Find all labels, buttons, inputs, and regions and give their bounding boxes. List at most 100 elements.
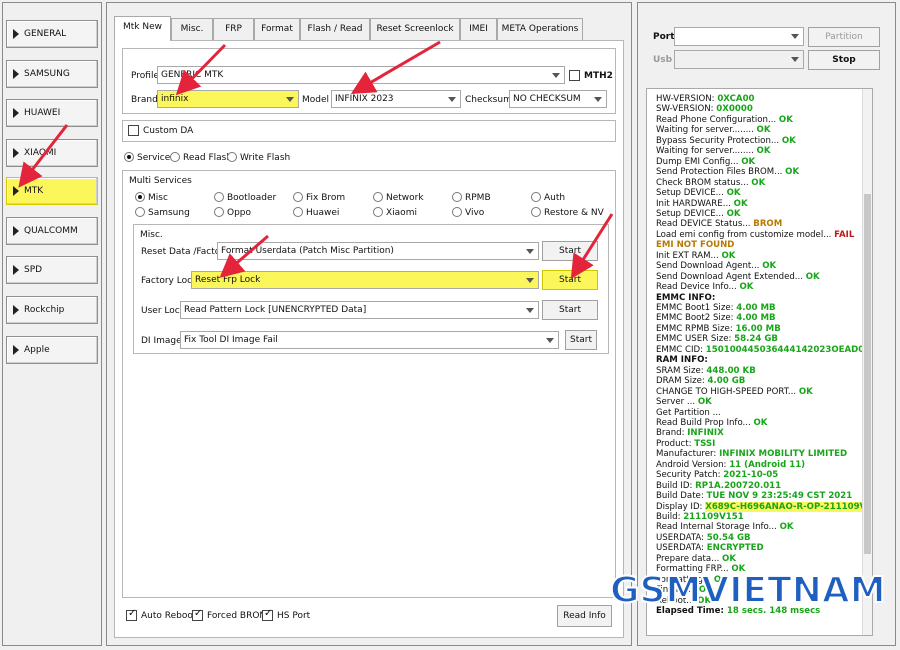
- brand-label: Brand: [131, 95, 158, 105]
- service-radio-misc[interactable]: [135, 192, 145, 202]
- service-radio-rpmb[interactable]: [452, 192, 462, 202]
- service-radio-huawei[interactable]: [293, 207, 303, 217]
- service-radio-vivo[interactable]: [452, 207, 462, 217]
- menu-item-rockchip[interactable]: Rockchip: [6, 296, 98, 324]
- service-radio-network[interactable]: [373, 192, 383, 202]
- checksum-select[interactable]: NO CHECKSUM: [509, 90, 607, 108]
- profile-select[interactable]: GENERIC MTK: [157, 66, 565, 84]
- usb-select[interactable]: [674, 50, 804, 69]
- menu-item-xiaomi[interactable]: XIAOMI: [6, 139, 98, 167]
- log-line: USERDATA: ENCRYPTED: [656, 543, 764, 553]
- log-segment: 211109V151: [683, 512, 744, 522]
- service-radio-auth[interactable]: [531, 192, 541, 202]
- log-line: Build: 211109V151: [656, 512, 744, 522]
- misc-row-select[interactable]: Format Userdata (Patch Misc Partition): [217, 242, 539, 260]
- log-segment: X689C-H696ANAO-R-OP-211109V266: [705, 501, 872, 512]
- tab-frp[interactable]: FRP: [213, 18, 254, 40]
- menu-item-label: Rockchip: [24, 305, 65, 315]
- menu-item-apple[interactable]: Apple: [6, 336, 98, 364]
- menu-item-samsung[interactable]: SAMSUNG: [6, 60, 98, 88]
- log-line: Manufacturer: INFINIX MOBILITY LIMITED: [656, 449, 847, 459]
- forced-brom-checkbox[interactable]: [192, 608, 203, 621]
- log-segment: OK: [741, 156, 756, 167]
- mth2-checkbox[interactable]: [569, 70, 580, 81]
- misc-row-start-button[interactable]: Start: [542, 270, 598, 290]
- menu-item-spd[interactable]: SPD: [6, 256, 98, 284]
- log-line: Waiting for server........ OK: [656, 146, 771, 156]
- log-segment: OK: [762, 261, 777, 272]
- log-output[interactable]: Elapsed Time: 18 secs. 148 msecs Reboot..…: [646, 88, 873, 636]
- log-segment: 50.54 GB: [706, 532, 751, 543]
- log-line: RAM INFO:: [656, 355, 708, 365]
- log-segment: Get Partition ...: [656, 407, 721, 418]
- tab-reset-screenlock[interactable]: Reset Screenlock: [370, 18, 460, 40]
- service-label: RPMB: [465, 193, 491, 203]
- play-triangle-icon: [13, 226, 19, 236]
- log-segment: SRAM Size:: [656, 365, 707, 376]
- log-line: Security Patch: 2021-10-05: [656, 470, 778, 480]
- misc-row-start-button[interactable]: Start: [565, 330, 597, 350]
- misc-row-start-button[interactable]: Start: [542, 300, 598, 320]
- log-segment: 4.00 MB: [736, 303, 776, 313]
- log-line: SW-VERSION: 0X0000: [656, 104, 753, 114]
- service-radio-fix-brom[interactable]: [293, 192, 303, 202]
- service-radio-oppo[interactable]: [214, 207, 224, 217]
- menu-item-label: GENERAL: [24, 29, 67, 39]
- model-select[interactable]: INFINIX 2023: [331, 90, 461, 108]
- auto-reboot-checkbox[interactable]: [126, 608, 137, 621]
- tab-mtk-new[interactable]: Mtk New: [114, 16, 171, 41]
- menu-item-qualcomm[interactable]: QUALCOMM: [6, 217, 98, 245]
- log-segment: Manufacturer:: [656, 449, 720, 460]
- misc-row-select[interactable]: Reset Frp Lock: [191, 271, 539, 289]
- log-segment: EMMC INFO:: [656, 292, 716, 303]
- service-label: Vivo: [465, 208, 485, 218]
- tab-meta-operations[interactable]: META Operations: [497, 18, 583, 40]
- chevron-down-icon: [594, 97, 602, 102]
- log-segment: Build Date:: [656, 491, 707, 502]
- menu-item-mtk[interactable]: MTK: [6, 177, 98, 205]
- log-segment: 11 (Android 11): [729, 459, 806, 470]
- brand-select[interactable]: infinix: [157, 90, 299, 108]
- log-segment: FAIL: [834, 229, 855, 240]
- tab-format[interactable]: Format: [254, 18, 300, 40]
- port-select[interactable]: [674, 27, 804, 46]
- misc-row-start-button[interactable]: Start: [542, 241, 598, 261]
- log-segment: OK: [756, 125, 771, 136]
- mode-radio-read-flash[interactable]: [170, 152, 180, 162]
- log-segment: EMMC CID:: [656, 344, 706, 355]
- log-scrollbar[interactable]: [862, 89, 872, 635]
- mode-radio-write-flash[interactable]: [227, 152, 237, 162]
- service-radio-xiaomi[interactable]: [373, 207, 383, 217]
- log-segment: OK: [697, 397, 712, 408]
- log-scrollbar-thumb[interactable]: [864, 194, 871, 554]
- log-line: EMMC INFO:: [656, 293, 715, 303]
- service-radio-bootloader[interactable]: [214, 192, 224, 202]
- misc-row-select[interactable]: Fix Tool DI Image Fail: [180, 331, 559, 349]
- log-segment: Dump EMI Config...: [656, 156, 742, 167]
- misc-row-label: Factory Lock: [141, 276, 198, 286]
- stop-button[interactable]: Stop: [808, 50, 880, 70]
- service-radio-restore-nv[interactable]: [531, 207, 541, 217]
- misc-row-select[interactable]: Read Pattern Lock [UNENCRYPTED Data]: [180, 301, 539, 319]
- log-line: Send Protection Files BROM... OK: [656, 167, 799, 177]
- partition-button[interactable]: Partition: [808, 27, 880, 47]
- menu-item-general[interactable]: GENERAL: [6, 20, 98, 48]
- log-line: Init EXT RAM... OK: [656, 251, 735, 261]
- log-line: EMI NOT FOUND: [656, 240, 734, 250]
- tab-misc[interactable]: Misc.: [171, 18, 213, 40]
- hs-port-checkbox[interactable]: [262, 608, 273, 621]
- menu-item-label: HUAWEI: [24, 108, 61, 118]
- custom-da-checkbox[interactable]: [128, 125, 139, 136]
- log-segment: Product:: [656, 438, 695, 449]
- log-segment: 0X0000: [716, 104, 753, 115]
- menu-item-huawei[interactable]: HUAWEI: [6, 99, 98, 127]
- log-segment: Init HARDWARE...: [656, 198, 734, 209]
- tab-flash-read[interactable]: Flash / Read: [300, 18, 370, 40]
- service-radio-samsung[interactable]: [135, 207, 145, 217]
- tab-imei[interactable]: IMEI: [460, 18, 497, 40]
- read-info-button[interactable]: Read Info: [557, 605, 612, 627]
- log-line: Server ... OK: [656, 397, 712, 407]
- log-segment: EMMC RPMB Size:: [656, 323, 736, 334]
- log-segment: OK: [805, 271, 820, 282]
- mode-radio-service[interactable]: [124, 152, 134, 162]
